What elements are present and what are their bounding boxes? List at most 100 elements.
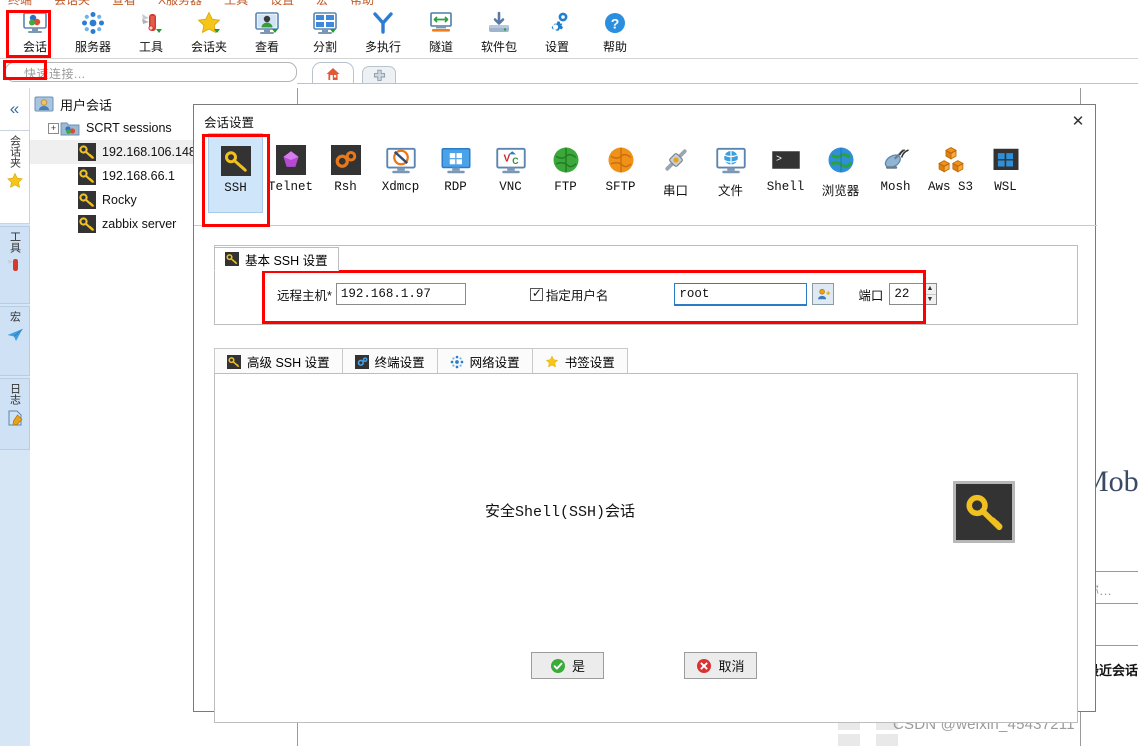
user-browse-button[interactable]	[812, 283, 835, 305]
specify-username-checkbox[interactable]: 指定用户名	[529, 285, 609, 304]
star-icon	[545, 355, 558, 367]
protocol-aws-s3[interactable]: Aws S3	[923, 133, 978, 213]
menu-item-xserver[interactable]: X服务器	[158, 0, 202, 8]
double-chevron-left-icon: «	[9, 99, 20, 118]
sidebar-item-tools[interactable]: 工具	[0, 226, 30, 304]
protocol-rsh[interactable]: Rsh	[318, 133, 373, 213]
ftp-icon	[553, 147, 578, 173]
grid-cell	[838, 734, 860, 746]
tab-new[interactable]	[362, 66, 396, 84]
dialog-title: 会话设置	[204, 116, 255, 130]
menu-item-tools[interactable]: 工具	[224, 0, 248, 8]
key-icon	[225, 252, 239, 266]
spinner-down-icon[interactable]: ▼	[923, 295, 936, 305]
menu-item-settings[interactable]: 设置	[270, 0, 294, 8]
serial-icon	[664, 149, 687, 171]
terminal-settings-icon	[354, 354, 369, 369]
sftp-icon	[608, 147, 633, 173]
port-spinner[interactable]: ▲ ▼	[923, 283, 938, 305]
toolbar-button-multiexec[interactable]: 多执行	[354, 8, 412, 55]
tab-bookmark-settings[interactable]: 书签设置	[531, 348, 628, 374]
protocol-label: Shell	[766, 180, 805, 194]
protocol-browser[interactable]: 浏览器	[813, 133, 868, 213]
checkbox-box[interactable]	[529, 286, 543, 301]
tools-icon	[142, 14, 162, 33]
sidebar-collapse-button[interactable]: «	[0, 88, 30, 130]
tab-network-settings[interactable]: 网络设置	[436, 348, 533, 374]
protocol-telnet[interactable]: Telnet	[263, 133, 318, 213]
protocol-label: RDP	[444, 180, 467, 194]
vnc-icon: V C	[495, 147, 526, 174]
tab-advanced-ssh-settings[interactable]: 高级 SSH 设置	[214, 348, 343, 374]
cancel-button[interactable]: 取消	[684, 652, 757, 679]
rsh-icon	[330, 145, 361, 175]
close-icon[interactable]: ✕	[1067, 111, 1089, 131]
main-toolbar: 会话 服务器 工具 会话夹 查看 分割 多执行 隧道 软件包 设置 ? 帮助	[0, 8, 1138, 58]
tab-label: 网络设置	[469, 356, 520, 370]
expand-toggle-icon[interactable]: +	[48, 122, 59, 134]
check-circle-icon	[550, 658, 565, 673]
tree-root-label: 用户会话	[60, 97, 113, 113]
protocol-wsl[interactable]: WSL	[978, 133, 1033, 213]
ok-button[interactable]: 是	[531, 652, 604, 679]
protocol-ftp[interactable]: FTP	[538, 133, 593, 213]
star-icon	[6, 172, 23, 188]
menu-item-terminal[interactable]: 终端	[8, 0, 32, 8]
protocol-file[interactable]: 文件	[703, 133, 758, 213]
protocol-sftp[interactable]: SFTP	[593, 133, 648, 213]
toolbar-button-tools[interactable]: 工具	[122, 8, 180, 55]
toolbar-button-sessions-folder[interactable]: 会话夹	[180, 8, 238, 55]
tree-item-label: zabbix server	[102, 217, 177, 231]
toolbar-button-split[interactable]: 分割	[296, 8, 354, 55]
protocol-ssh[interactable]: SSH	[208, 133, 263, 213]
toolbar-button-servers[interactable]: 服务器	[64, 8, 122, 55]
tab-basic-ssh-settings[interactable]: 基本 SSH 设置	[214, 247, 339, 271]
spinner-up-icon[interactable]: ▲	[923, 284, 937, 295]
svg-text:?: ?	[611, 16, 620, 32]
folder-sessions-icon	[60, 122, 80, 136]
remote-host-label: 远程主机*	[277, 288, 332, 303]
toolbar-button-view[interactable]: 查看	[238, 8, 296, 55]
quick-connect-input[interactable]: 快速连接...	[5, 62, 297, 82]
remote-host-input[interactable]: 192.168.1.97	[335, 283, 466, 305]
sidebar-item-logs[interactable]: 日志	[0, 378, 30, 450]
send-icon	[7, 328, 23, 341]
split-icon	[313, 12, 337, 34]
menu-item-help[interactable]: 帮助	[350, 0, 374, 8]
sidebar-item-macros[interactable]: 宏	[0, 306, 30, 376]
toolbar-label: 分割	[312, 40, 337, 54]
protocol-rdp[interactable]: RDP	[428, 133, 483, 213]
toolbar-button-tunneling[interactable]: 隧道	[412, 8, 470, 55]
username-input[interactable]: root	[674, 283, 808, 305]
menu-item-view[interactable]: 查看	[112, 0, 136, 8]
menu-item-sessions[interactable]: 会话夹	[54, 0, 90, 8]
toolbar-button-packages[interactable]: 软件包	[470, 8, 528, 55]
protocol-mosh[interactable]: Mosh	[868, 133, 923, 213]
tab-terminal-settings[interactable]: 终端设置	[341, 348, 438, 374]
network-icon	[450, 355, 463, 368]
sidebar-item-sessions[interactable]: 会话夹	[0, 130, 30, 224]
menu-bar: 终端 会话夹 查看 X服务器 工具 设置 宏 帮助	[0, 0, 1138, 8]
specify-username-label: 指定用户名	[545, 288, 609, 303]
tree-item-label: 192.168.106.148	[102, 145, 196, 159]
toolbar-button-session[interactable]: 会话	[6, 8, 64, 55]
protocol-shell[interactable]: > Shell	[758, 133, 813, 213]
protocol-label: FTP	[554, 180, 577, 194]
protocol-vnc[interactable]: V C VNC	[483, 133, 538, 213]
tab-label: 高级 SSH 设置	[247, 356, 330, 370]
port-input[interactable]: 22	[889, 283, 924, 305]
toolbar-divider	[0, 58, 1138, 59]
protocol-serial[interactable]: 串口	[648, 133, 703, 213]
toolbar-label: 软件包	[480, 40, 517, 54]
protocol-xdmcp[interactable]: Xdmcp	[373, 133, 428, 213]
multiexec-icon	[373, 12, 393, 34]
protocol-selector: SSH Telnet Rsh Xdmcp RDP V C VNC FTP SFT…	[202, 133, 1088, 219]
menu-item-macros[interactable]: 宏	[316, 0, 328, 8]
tab-home[interactable]	[312, 62, 354, 84]
shell-icon: >	[771, 151, 800, 169]
toolbar-label: 多执行	[364, 40, 401, 54]
toolbar-button-settings[interactable]: 设置	[528, 8, 586, 55]
toolbar-button-help[interactable]: ? 帮助	[586, 8, 644, 55]
ssh-connection-form: 远程主机* 192.168.1.97 指定用户名 root 端口 22	[215, 274, 1079, 314]
settings-subtabs: 高级 SSH 设置 终端设置 网络设置 书签设置	[214, 348, 1078, 374]
